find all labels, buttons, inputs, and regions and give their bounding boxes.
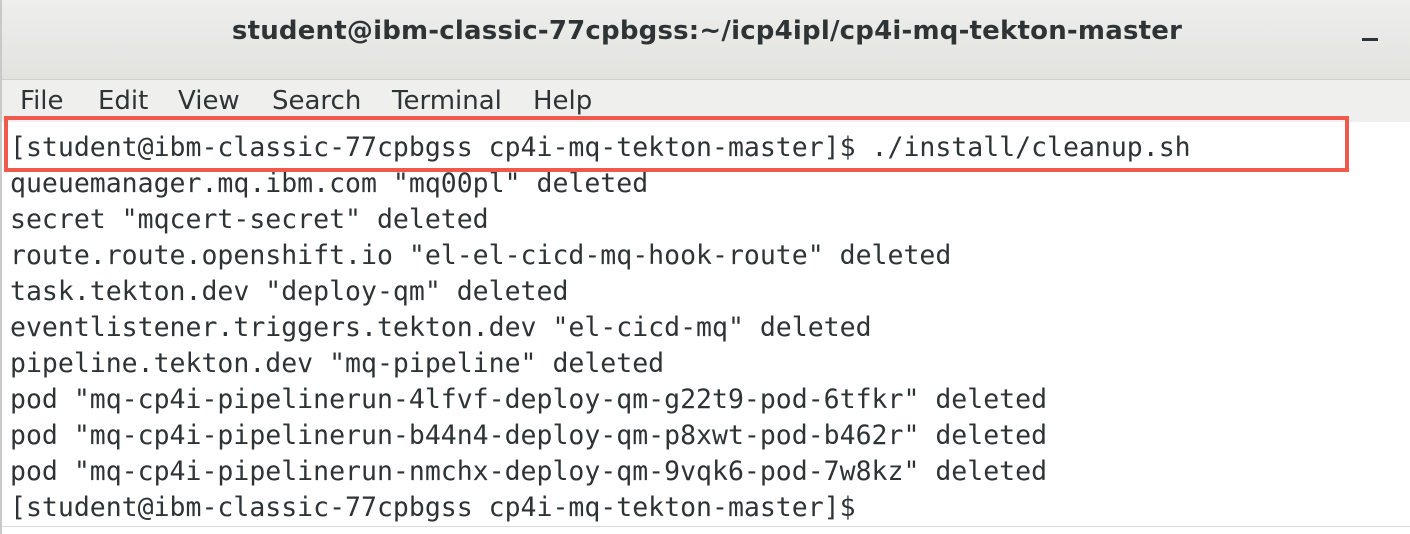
terminal-line: route.route.openshift.io "el-el-cicd-mq-…: [10, 240, 952, 271]
terminal-prompt-line: [student@ibm-classic-77cpbgss cp4i-mq-te…: [10, 492, 856, 523]
terminal-line: pod "mq-cp4i-pipelinerun-nmchx-deploy-qm…: [10, 456, 1048, 487]
terminal-line: pod "mq-cp4i-pipelinerun-b44n4-deploy-qm…: [10, 420, 1048, 451]
bottom-edge: [2, 526, 1410, 534]
menu-search[interactable]: Search: [272, 86, 361, 116]
terminal-line: pod "mq-cp4i-pipelinerun-4lfvf-deploy-qm…: [10, 384, 1048, 415]
menu-help[interactable]: Help: [533, 86, 592, 116]
terminal-line: eventlistener.triggers.tekton.dev "el-ci…: [10, 312, 872, 343]
menu-edit[interactable]: Edit: [98, 86, 148, 116]
terminal-line-command: [student@ibm-classic-77cpbgss cp4i-mq-te…: [10, 132, 1191, 163]
terminal-line: pipeline.tekton.dev "mq-pipeline" delete…: [10, 348, 665, 379]
menu-terminal[interactable]: Terminal: [392, 86, 502, 116]
minimize-icon[interactable]: [1362, 38, 1378, 41]
terminal-line: task.tekton.dev "deploy-qm" deleted: [10, 276, 569, 307]
window-title: student@ibm-classic-77cpbgss:~/icp4ipl/c…: [231, 16, 1183, 46]
terminal-line: queuemanager.mq.ibm.com "mq00pl" deleted: [10, 168, 649, 199]
menu-view[interactable]: View: [178, 86, 240, 116]
terminal-window: student@ibm-classic-77cpbgss:~/icp4ipl/c…: [0, 0, 1410, 534]
title-bar[interactable]: student@ibm-classic-77cpbgss:~/icp4ipl/c…: [2, 0, 1410, 80]
terminal-line: secret "mqcert-secret" deleted: [10, 204, 489, 235]
menu-file[interactable]: File: [20, 86, 64, 116]
menu-bar: File Edit View Search Terminal Help: [2, 80, 1410, 122]
